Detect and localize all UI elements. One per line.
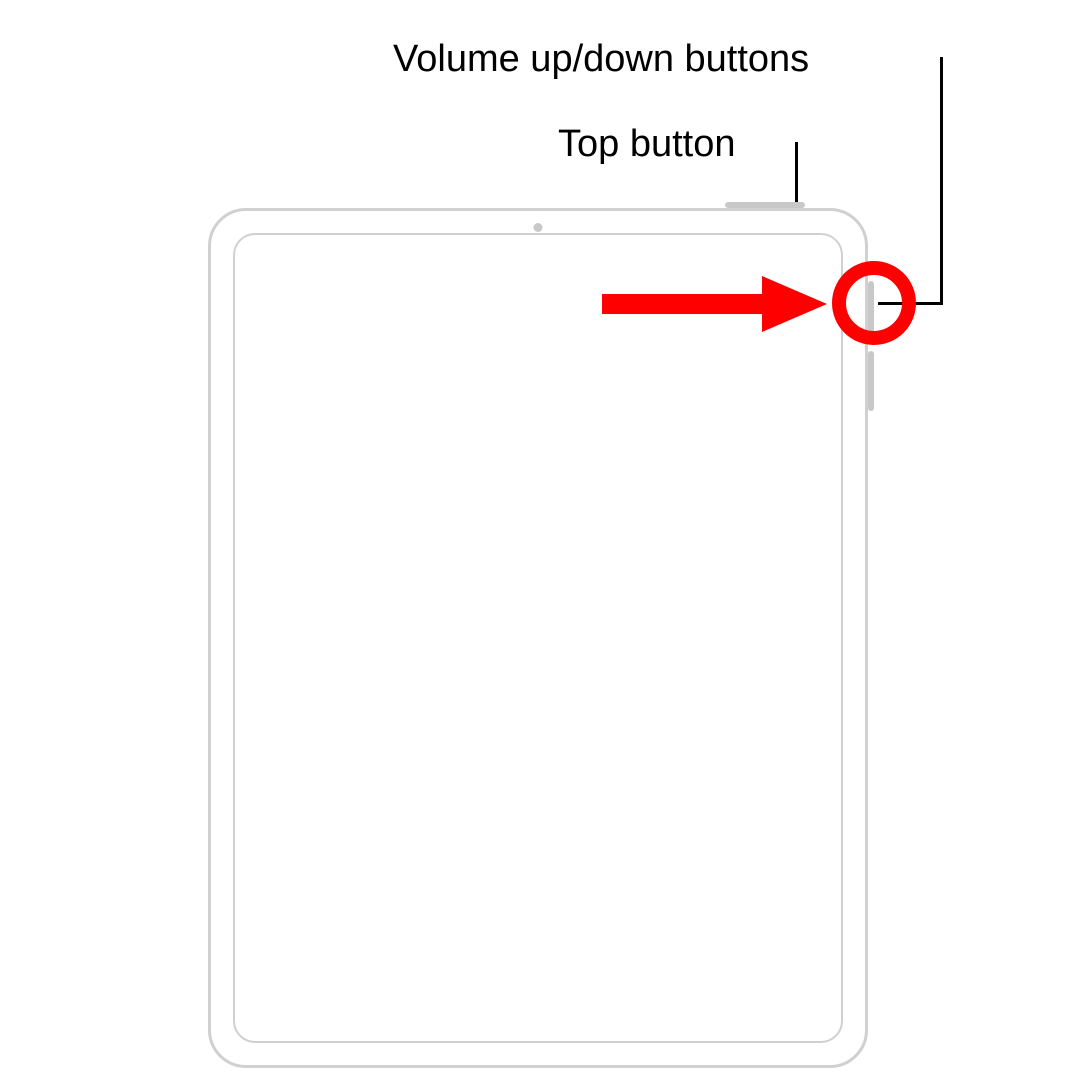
top-button-icon bbox=[725, 202, 805, 208]
ipad-screen bbox=[233, 233, 843, 1043]
volume-leader-vertical bbox=[940, 57, 943, 305]
top-button-label: Top button bbox=[558, 123, 735, 166]
volume-buttons-label: Volume up/down buttons bbox=[393, 38, 809, 81]
highlight-circle bbox=[832, 261, 916, 345]
top-button-leader-line bbox=[795, 142, 798, 202]
camera-icon bbox=[534, 223, 543, 232]
volume-down-button-icon bbox=[868, 351, 874, 411]
arrow-icon bbox=[592, 264, 832, 344]
